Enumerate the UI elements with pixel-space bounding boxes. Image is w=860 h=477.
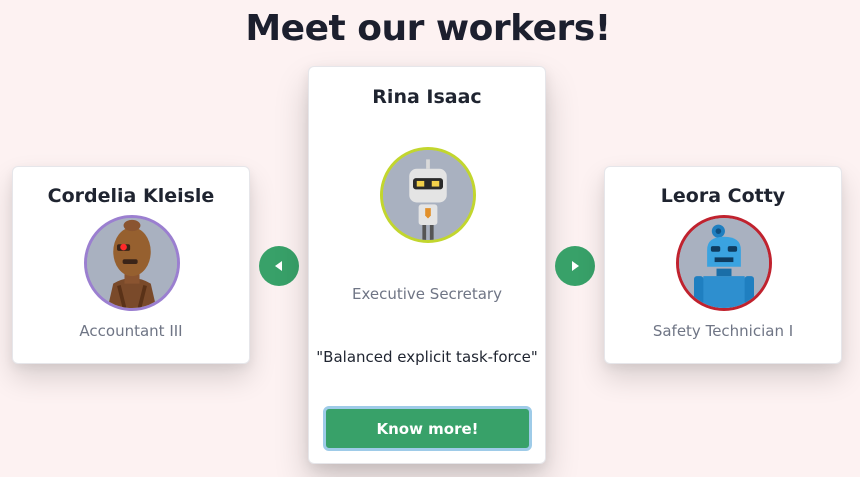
worker-name: Rina Isaac: [372, 86, 482, 108]
robot-avatar-brown-icon: [84, 215, 180, 311]
worker-role: Executive Secretary: [352, 285, 502, 303]
robot-avatar-white-icon: [380, 147, 476, 243]
know-more-button[interactable]: Know more!: [323, 406, 532, 451]
worker-name: Cordelia Kleisle: [47, 185, 215, 207]
chevron-left-icon: [275, 261, 282, 271]
next-button[interactable]: [555, 246, 595, 286]
worker-name: Leora Cotty: [660, 185, 786, 207]
page-title: Meet our workers!: [245, 8, 611, 49]
worker-role: Accountant III: [79, 322, 183, 340]
worker-card-right: Leora Cotty Safety Technician I: [604, 166, 842, 364]
robot-avatar-blue-icon: [676, 215, 772, 311]
worker-card-featured: Rina Isaac Executive Secretary "Balanced…: [308, 66, 546, 464]
worker-role: Safety Technician I: [652, 322, 794, 340]
worker-card-left: Cordelia Kleisle Accountant III: [12, 166, 250, 364]
worker-quote: "Balanced explicit task-force": [316, 348, 538, 366]
previous-button[interactable]: [259, 246, 299, 286]
chevron-right-icon: [572, 261, 579, 271]
